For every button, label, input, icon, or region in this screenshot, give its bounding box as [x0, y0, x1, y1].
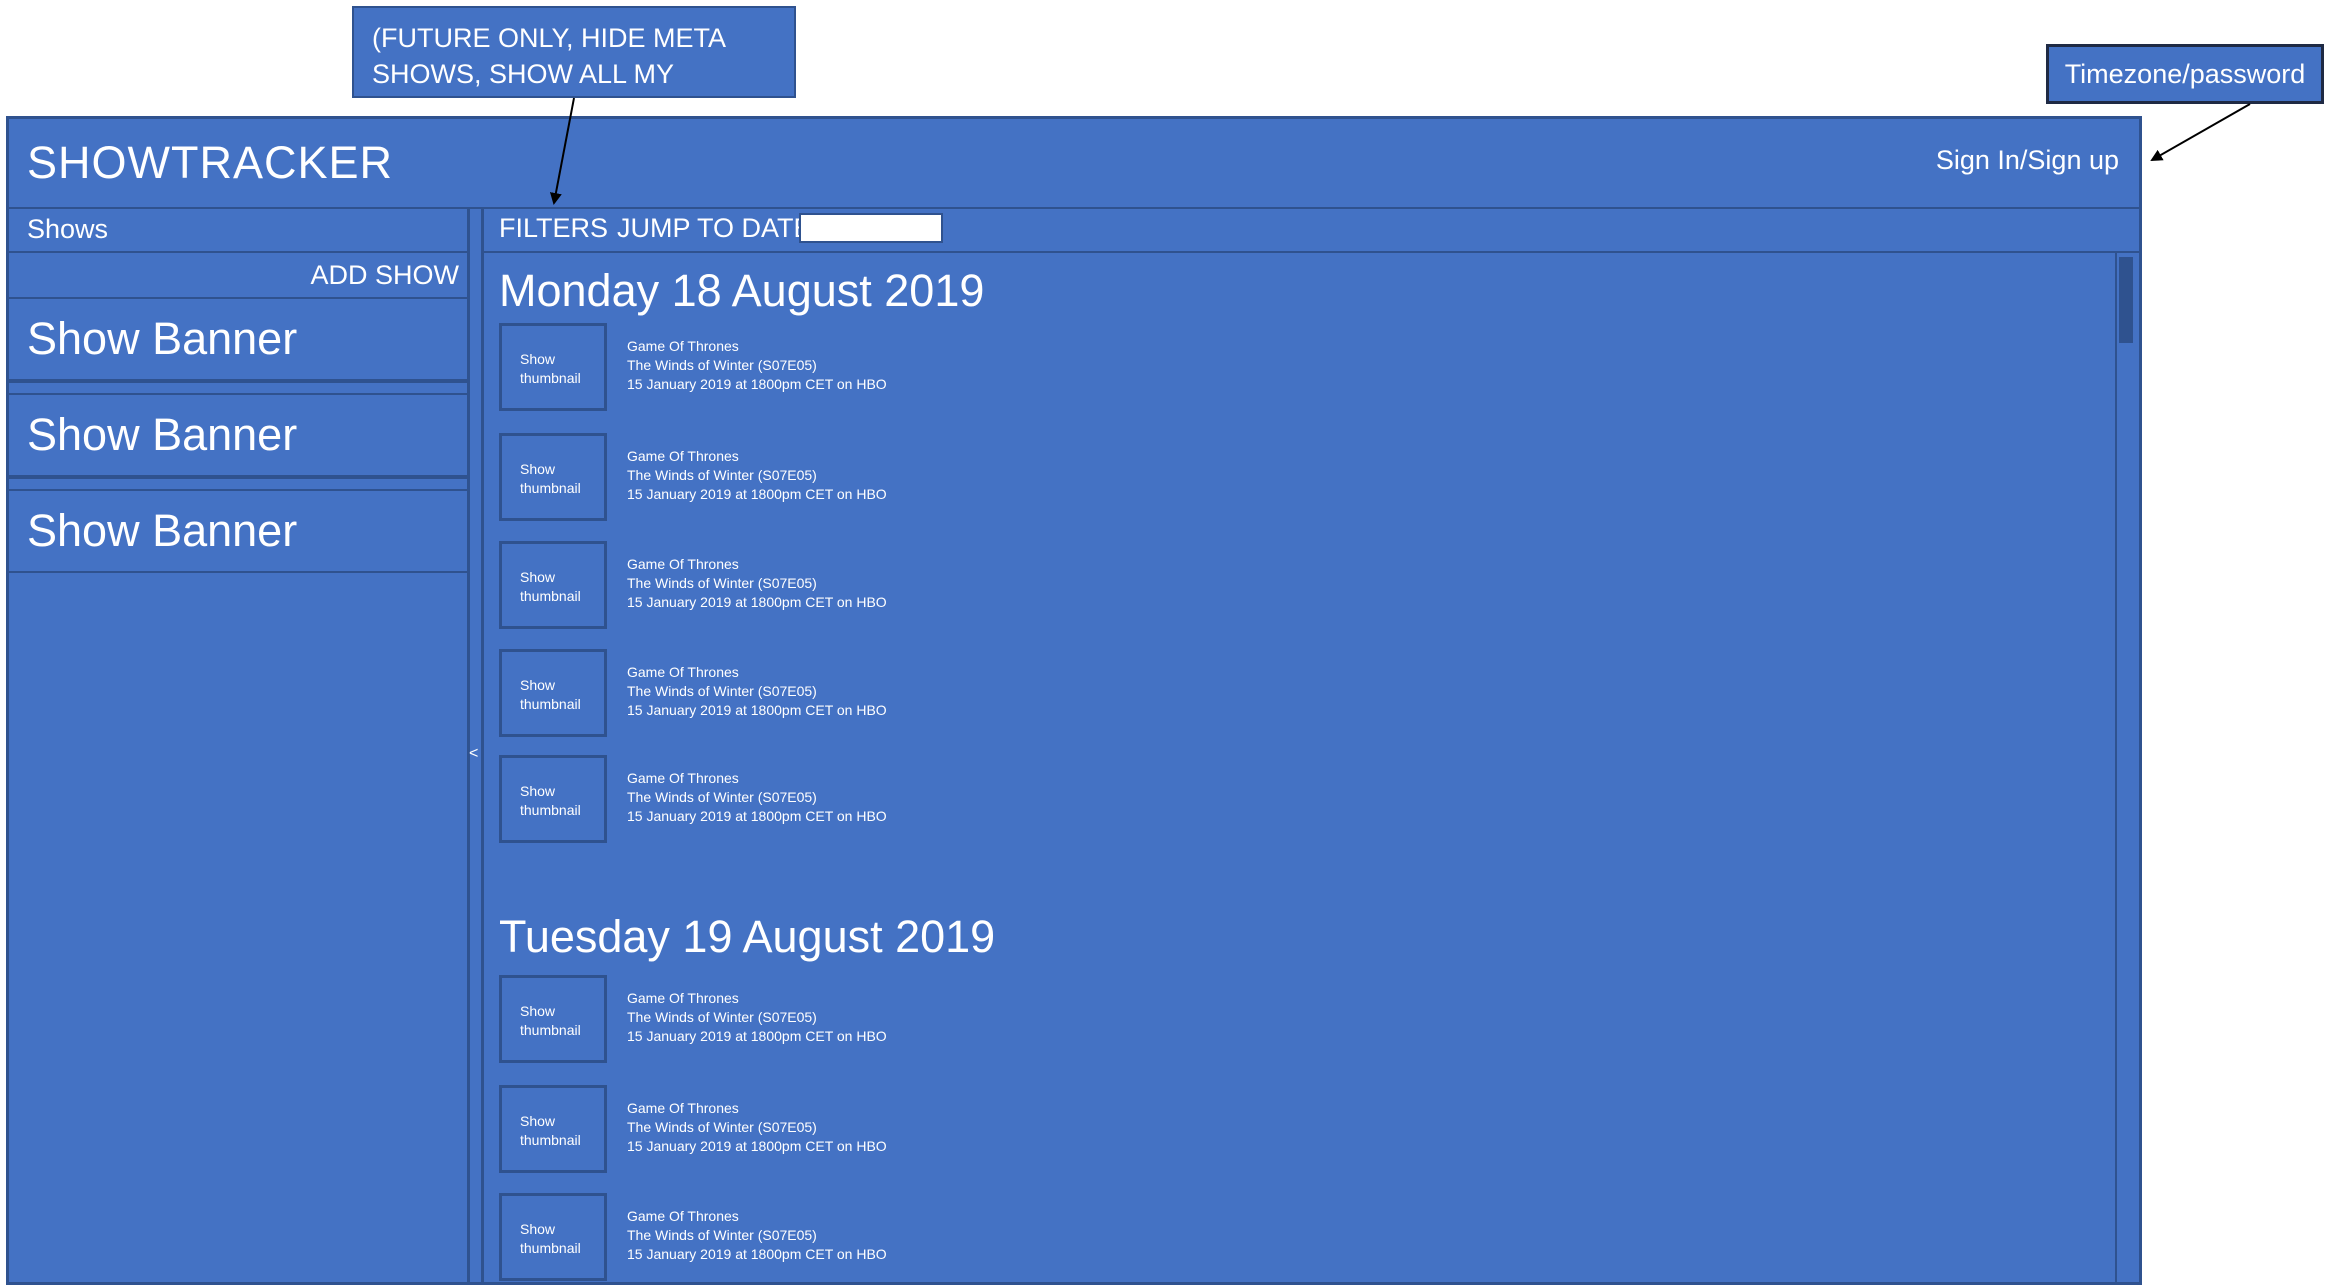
show-title: Game Of Thrones [627, 664, 739, 680]
air-time: 15 January 2019 at 1800pm CET on HBO [627, 702, 887, 718]
air-time: 15 January 2019 at 1800pm CET on HBO [627, 376, 887, 392]
episode-item[interactable]: Show thumbnail Game Of Thrones The Winds… [499, 1085, 1559, 1177]
episode-title: The Winds of Winter (S07E05) [627, 357, 817, 373]
top-bar: SHOWTRACKER Sign In/Sign up [9, 119, 2139, 209]
episode-info: Game Of Thrones The Winds of Winter (S07… [627, 989, 887, 1046]
jump-to-date-label: JUMP TO DATE: [617, 213, 820, 243]
show-title: Game Of Thrones [627, 1100, 739, 1116]
show-title: Game Of Thrones [627, 770, 739, 786]
main-panel: FILTERS JUMP TO DATE: Monday 18 August 2… [481, 207, 2139, 1282]
app-window: SHOWTRACKER Sign In/Sign up Shows ADD SH… [6, 116, 2142, 1285]
episode-title: The Winds of Winter (S07E05) [627, 575, 817, 591]
episode-info: Game Of Thrones The Winds of Winter (S07… [627, 769, 887, 826]
show-title: Game Of Thrones [627, 1208, 739, 1224]
episode-item[interactable]: Show thumbnail Game Of Thrones The Winds… [499, 1193, 1559, 1282]
episode-item[interactable]: Show thumbnail Game Of Thrones The Winds… [499, 649, 1559, 741]
air-time: 15 January 2019 at 1800pm CET on HBO [627, 1246, 887, 1262]
show-thumbnail: Show thumbnail [499, 755, 607, 843]
episode-info: Game Of Thrones The Winds of Winter (S07… [627, 1099, 887, 1156]
show-thumbnail: Show thumbnail [499, 433, 607, 521]
episode-info: Game Of Thrones The Winds of Winter (S07… [627, 1207, 887, 1264]
episode-title: The Winds of Winter (S07E05) [627, 467, 817, 483]
show-thumbnail: Show thumbnail [499, 323, 607, 411]
timezone-annotation-arrow [2150, 103, 2251, 161]
episode-title: The Winds of Winter (S07E05) [627, 1227, 817, 1243]
toolbar: FILTERS JUMP TO DATE: [481, 207, 2139, 253]
show-thumbnail: Show thumbnail [499, 1085, 607, 1173]
show-title: Game Of Thrones [627, 556, 739, 572]
show-thumbnail: Show thumbnail [499, 1193, 607, 1281]
episode-item[interactable]: Show thumbnail Game Of Thrones The Winds… [499, 541, 1559, 633]
air-time: 15 January 2019 at 1800pm CET on HBO [627, 1028, 887, 1044]
day-heading: Monday 18 August 2019 [499, 265, 985, 316]
episode-item[interactable]: Show thumbnail Game Of Thrones The Winds… [499, 975, 1559, 1067]
episode-item[interactable]: Show thumbnail Game Of Thrones The Winds… [499, 433, 1559, 525]
episode-info: Game Of Thrones The Winds of Winter (S07… [627, 555, 887, 612]
show-thumbnail: Show thumbnail [499, 975, 607, 1063]
show-banner[interactable]: Show Banner [9, 393, 467, 477]
air-time: 15 January 2019 at 1800pm CET on HBO [627, 1138, 887, 1154]
filters-button[interactable]: FILTERS [499, 213, 608, 244]
episode-item[interactable]: Show thumbnail Game Of Thrones The Winds… [499, 323, 1559, 415]
show-title: Game Of Thrones [627, 990, 739, 1006]
air-time: 15 January 2019 at 1800pm CET on HBO [627, 486, 887, 502]
episode-info: Game Of Thrones The Winds of Winter (S07… [627, 663, 887, 720]
app-title: SHOWTRACKER [27, 137, 394, 188]
sidebar: Shows ADD SHOW Show Banner Show Banner S… [9, 207, 470, 1282]
episode-title: The Winds of Winter (S07E05) [627, 789, 817, 805]
show-thumbnail: Show thumbnail [499, 649, 607, 737]
show-banner[interactable]: Show Banner [9, 297, 467, 381]
shows-header: Shows [9, 207, 467, 253]
episode-item[interactable]: Show thumbnail Game Of Thrones The Winds… [499, 755, 1559, 847]
episode-title: The Winds of Winter (S07E05) [627, 1119, 817, 1135]
air-time: 15 January 2019 at 1800pm CET on HBO [627, 594, 887, 610]
scrollbar[interactable] [2115, 253, 2137, 1282]
episode-title: The Winds of Winter (S07E05) [627, 683, 817, 699]
scrollbar-thumb[interactable] [2119, 257, 2133, 343]
filters-annotation: (FUTURE ONLY, HIDE META SHOWS, SHOW ALL … [352, 6, 796, 125]
schedule-list[interactable]: Monday 18 August 2019 Show thumbnail Gam… [481, 253, 2139, 1282]
chevron-left-icon: < [469, 745, 479, 762]
jump-to-date-input[interactable] [799, 213, 943, 243]
signin-link[interactable]: Sign In/Sign up [1936, 145, 2119, 176]
timezone-annotation: Timezone/password [2046, 44, 2324, 104]
episode-info: Game Of Thrones The Winds of Winter (S07… [627, 447, 887, 504]
episode-title: The Winds of Winter (S07E05) [627, 1009, 817, 1025]
show-banner[interactable]: Show Banner [9, 489, 467, 573]
show-title: Game Of Thrones [627, 338, 739, 354]
air-time: 15 January 2019 at 1800pm CET on HBO [627, 808, 887, 824]
episode-info: Game Of Thrones The Winds of Winter (S07… [627, 337, 887, 394]
show-thumbnail: Show thumbnail [499, 541, 607, 629]
show-title: Game Of Thrones [627, 448, 739, 464]
day-heading: Tuesday 19 August 2019 [499, 911, 996, 962]
add-show-button[interactable]: ADD SHOW [9, 253, 467, 299]
